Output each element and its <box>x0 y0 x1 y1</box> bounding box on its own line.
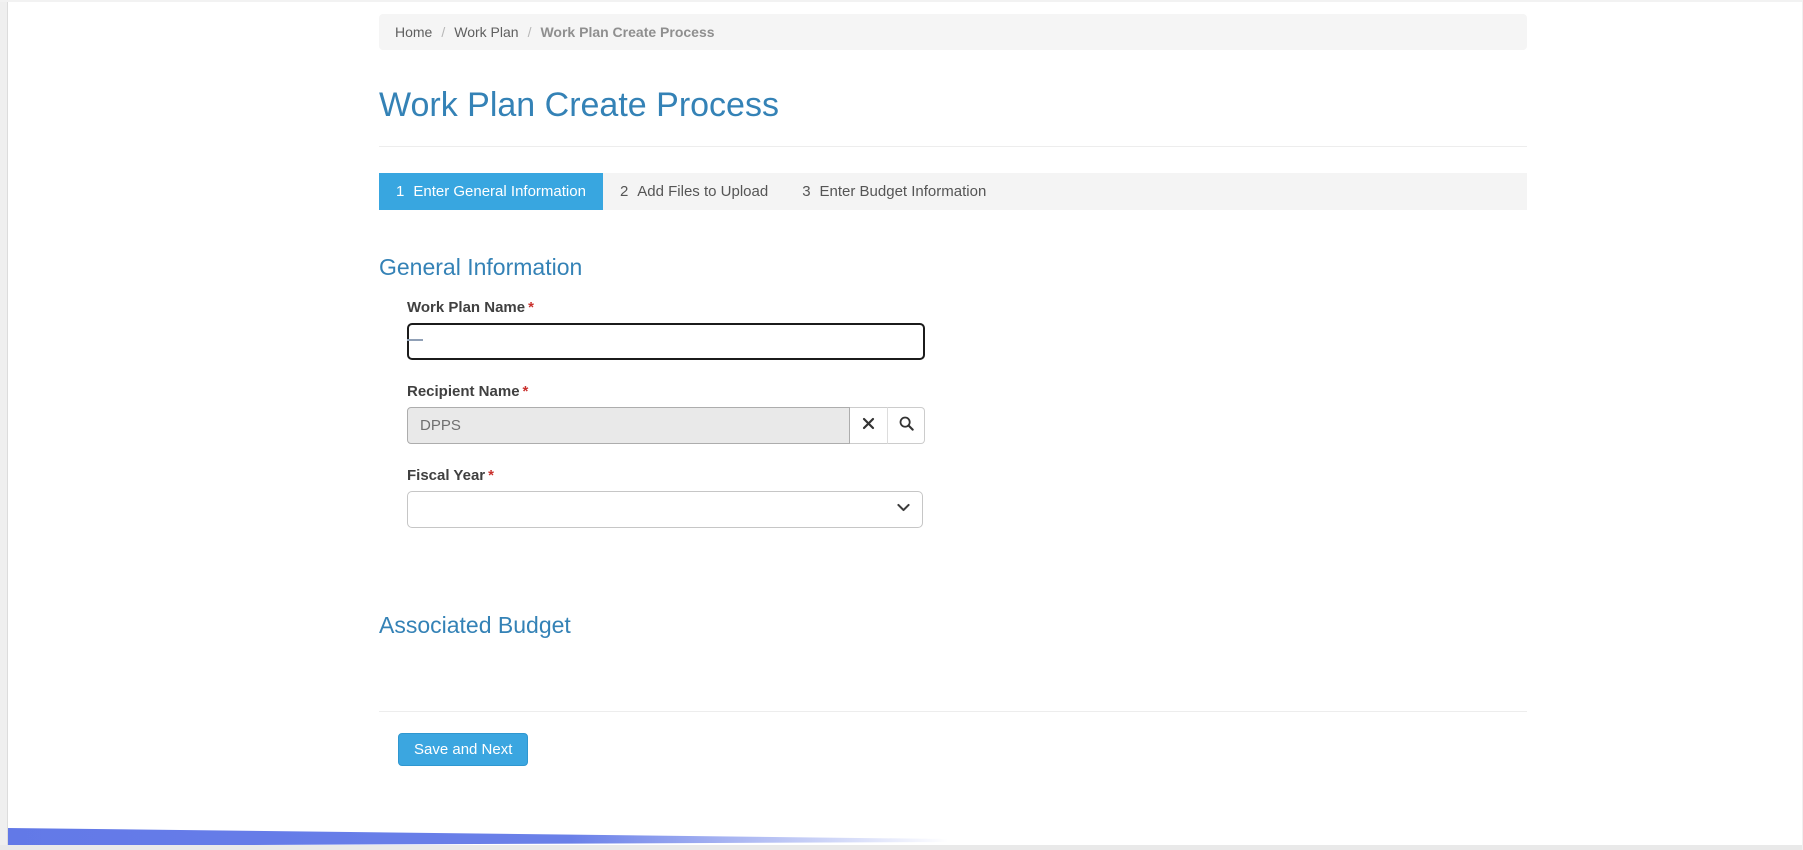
chevron-down-icon <box>895 499 912 521</box>
wizard-step-general-information[interactable]: 1 Enter General Information <box>379 173 603 210</box>
work-plan-name-input[interactable] <box>407 323 925 360</box>
general-information-heading: General Information <box>379 254 1527 281</box>
wizard-steps: 1 Enter General Information 2 Add Files … <box>379 173 1527 210</box>
breadcrumb-work-plan[interactable]: Work Plan <box>454 24 518 40</box>
wizard-step-add-files[interactable]: 2 Add Files to Upload <box>603 173 785 210</box>
save-and-next-button[interactable]: Save and Next <box>398 733 528 766</box>
decorative-wedge <box>8 827 968 847</box>
recipient-name-label: Recipient Name* <box>407 383 1527 400</box>
magnifier-icon <box>898 415 914 436</box>
breadcrumb-separator: / <box>528 24 532 40</box>
fiscal-year-field: Fiscal Year* <box>407 467 1527 528</box>
label-text: Fiscal Year <box>407 467 485 484</box>
step-number: 1 <box>396 183 404 200</box>
search-recipient-button[interactable] <box>887 407 925 444</box>
x-icon <box>862 417 875 435</box>
step-label: Enter General Information <box>413 183 586 200</box>
form-divider <box>379 711 1527 712</box>
main-content: Home / Work Plan / Work Plan Create Proc… <box>379 2 1527 766</box>
breadcrumb-current: Work Plan Create Process <box>540 24 714 40</box>
work-plan-name-label: Work Plan Name* <box>407 299 1527 316</box>
clear-recipient-button[interactable] <box>850 407 888 444</box>
breadcrumb-home[interactable]: Home <box>395 24 432 40</box>
bottom-edge-band <box>0 845 1802 850</box>
wizard-step-budget-information[interactable]: 3 Enter Budget Information <box>785 173 1003 210</box>
required-asterisk: * <box>488 467 494 484</box>
step-label: Add Files to Upload <box>637 183 768 200</box>
page-title: Work Plan Create Process <box>379 86 1527 125</box>
label-text: Recipient Name <box>407 383 520 400</box>
recipient-name-field: Recipient Name* <box>407 383 1527 444</box>
fiscal-year-label: Fiscal Year* <box>407 467 1527 484</box>
step-number: 3 <box>802 183 810 200</box>
work-plan-name-field: Work Plan Name* <box>407 299 1527 360</box>
page-left-edge <box>0 2 8 850</box>
required-asterisk: * <box>528 299 534 316</box>
required-asterisk: * <box>523 383 529 400</box>
breadcrumb-separator: / <box>441 24 445 40</box>
breadcrumb: Home / Work Plan / Work Plan Create Proc… <box>379 14 1527 50</box>
step-label: Enter Budget Information <box>820 183 987 200</box>
fiscal-year-select[interactable] <box>407 491 923 528</box>
associated-budget-heading: Associated Budget <box>379 612 1527 639</box>
title-divider <box>379 146 1527 147</box>
label-text: Work Plan Name <box>407 299 525 316</box>
recipient-name-input <box>407 407 850 444</box>
step-number: 2 <box>620 183 628 200</box>
general-information-form: Work Plan Name* Recipient Name* <box>379 299 1527 528</box>
